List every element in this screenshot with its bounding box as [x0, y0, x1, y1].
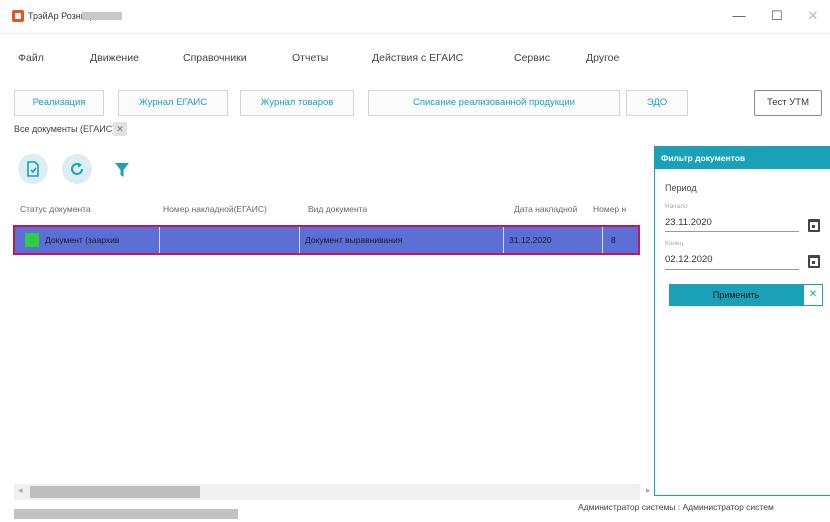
from-underline — [665, 231, 799, 232]
to-label: Конец — [665, 240, 684, 247]
filter-panel-title: Фильтр документов — [655, 147, 830, 169]
refresh-icon — [71, 162, 83, 175]
cell-divider — [159, 227, 160, 253]
clear-filter-button[interactable]: ✕ — [803, 284, 823, 306]
scroll-left-icon[interactable]: ◂ — [18, 485, 23, 496]
status-indicator — [25, 233, 39, 247]
col-invoice-number[interactable]: Номер накладной(ЕГАИС) — [163, 204, 267, 214]
menu-file[interactable]: Файл — [18, 52, 44, 64]
title-bar: ТрэйАр Розница — ☐ ✕ — [0, 0, 830, 34]
scrollbar-thumb[interactable] — [30, 486, 200, 498]
col-number-2[interactable]: Номер н — [593, 204, 626, 214]
filter-icon[interactable] — [114, 162, 130, 178]
calendar-icon[interactable] — [808, 255, 820, 268]
menu-reports[interactable]: Отчеты — [292, 52, 328, 64]
document-icon — [27, 161, 39, 177]
cell-divider — [602, 227, 603, 253]
cell-status: Документ (заархив — [45, 235, 120, 245]
col-doc-kind[interactable]: Вид документа — [308, 204, 367, 214]
cell-invoice-date: 31.12.2020 — [509, 235, 552, 245]
table-row[interactable]: Документ (заархив Документ выравнивания … — [13, 225, 640, 255]
col-invoice-date[interactable]: Дата накладной — [514, 204, 577, 214]
tab-realization[interactable]: Реализация — [14, 90, 104, 116]
status-user: Администратор системы : Администратор си… — [578, 502, 774, 512]
filter-panel: Фильтр документов Период Начало 23.11.20… — [654, 146, 830, 496]
menu-service[interactable]: Сервис — [514, 52, 550, 64]
cell-number-2: 8 — [611, 235, 616, 245]
close-tab-button[interactable]: ✕ — [113, 122, 127, 136]
cell-invoice-number — [165, 227, 295, 253]
menu-other[interactable]: Другое — [586, 52, 619, 64]
refresh-button[interactable] — [62, 154, 92, 184]
col-status[interactable]: Статус документа — [20, 204, 91, 214]
cell-divider — [299, 227, 300, 253]
tab-egais-journal[interactable]: Журнал ЕГАИС — [118, 90, 228, 116]
from-date-field[interactable]: 23.11.2020 — [665, 217, 712, 228]
to-date-field[interactable]: 02.12.2020 — [665, 254, 713, 265]
new-document-button[interactable] — [18, 154, 48, 184]
bottom-scrollbar[interactable] — [14, 509, 238, 519]
menu-egais-actions[interactable]: Действия с ЕГАИС — [372, 52, 463, 64]
from-label: Начало — [665, 203, 688, 210]
menu-catalogs[interactable]: Справочники — [183, 52, 247, 64]
title-redacted — [82, 12, 122, 20]
minimize-button[interactable]: — — [724, 4, 754, 28]
cell-divider — [503, 227, 504, 253]
maximize-button[interactable]: ☐ — [762, 4, 792, 28]
close-button[interactable]: ✕ — [798, 4, 828, 28]
menu-movement[interactable]: Движение — [90, 52, 139, 64]
all-documents-tab[interactable]: Все документы (ЕГАИС) — [14, 124, 115, 134]
test-utm-button[interactable]: Тест УТМ — [754, 90, 822, 116]
cell-doc-kind: Документ выравнивания — [305, 235, 403, 245]
app-logo-icon — [12, 10, 24, 22]
tab-goods-journal[interactable]: Журнал товаров — [240, 90, 354, 116]
apply-button[interactable]: Применить — [669, 284, 803, 306]
tab-edo[interactable]: ЭДО — [626, 90, 688, 116]
scroll-right-icon[interactable]: ▸ — [646, 485, 651, 496]
calendar-icon[interactable] — [808, 219, 820, 232]
tab-write-off[interactable]: Списание реализованной продукции — [368, 90, 620, 116]
period-label: Период — [665, 183, 697, 193]
to-underline — [665, 269, 799, 270]
